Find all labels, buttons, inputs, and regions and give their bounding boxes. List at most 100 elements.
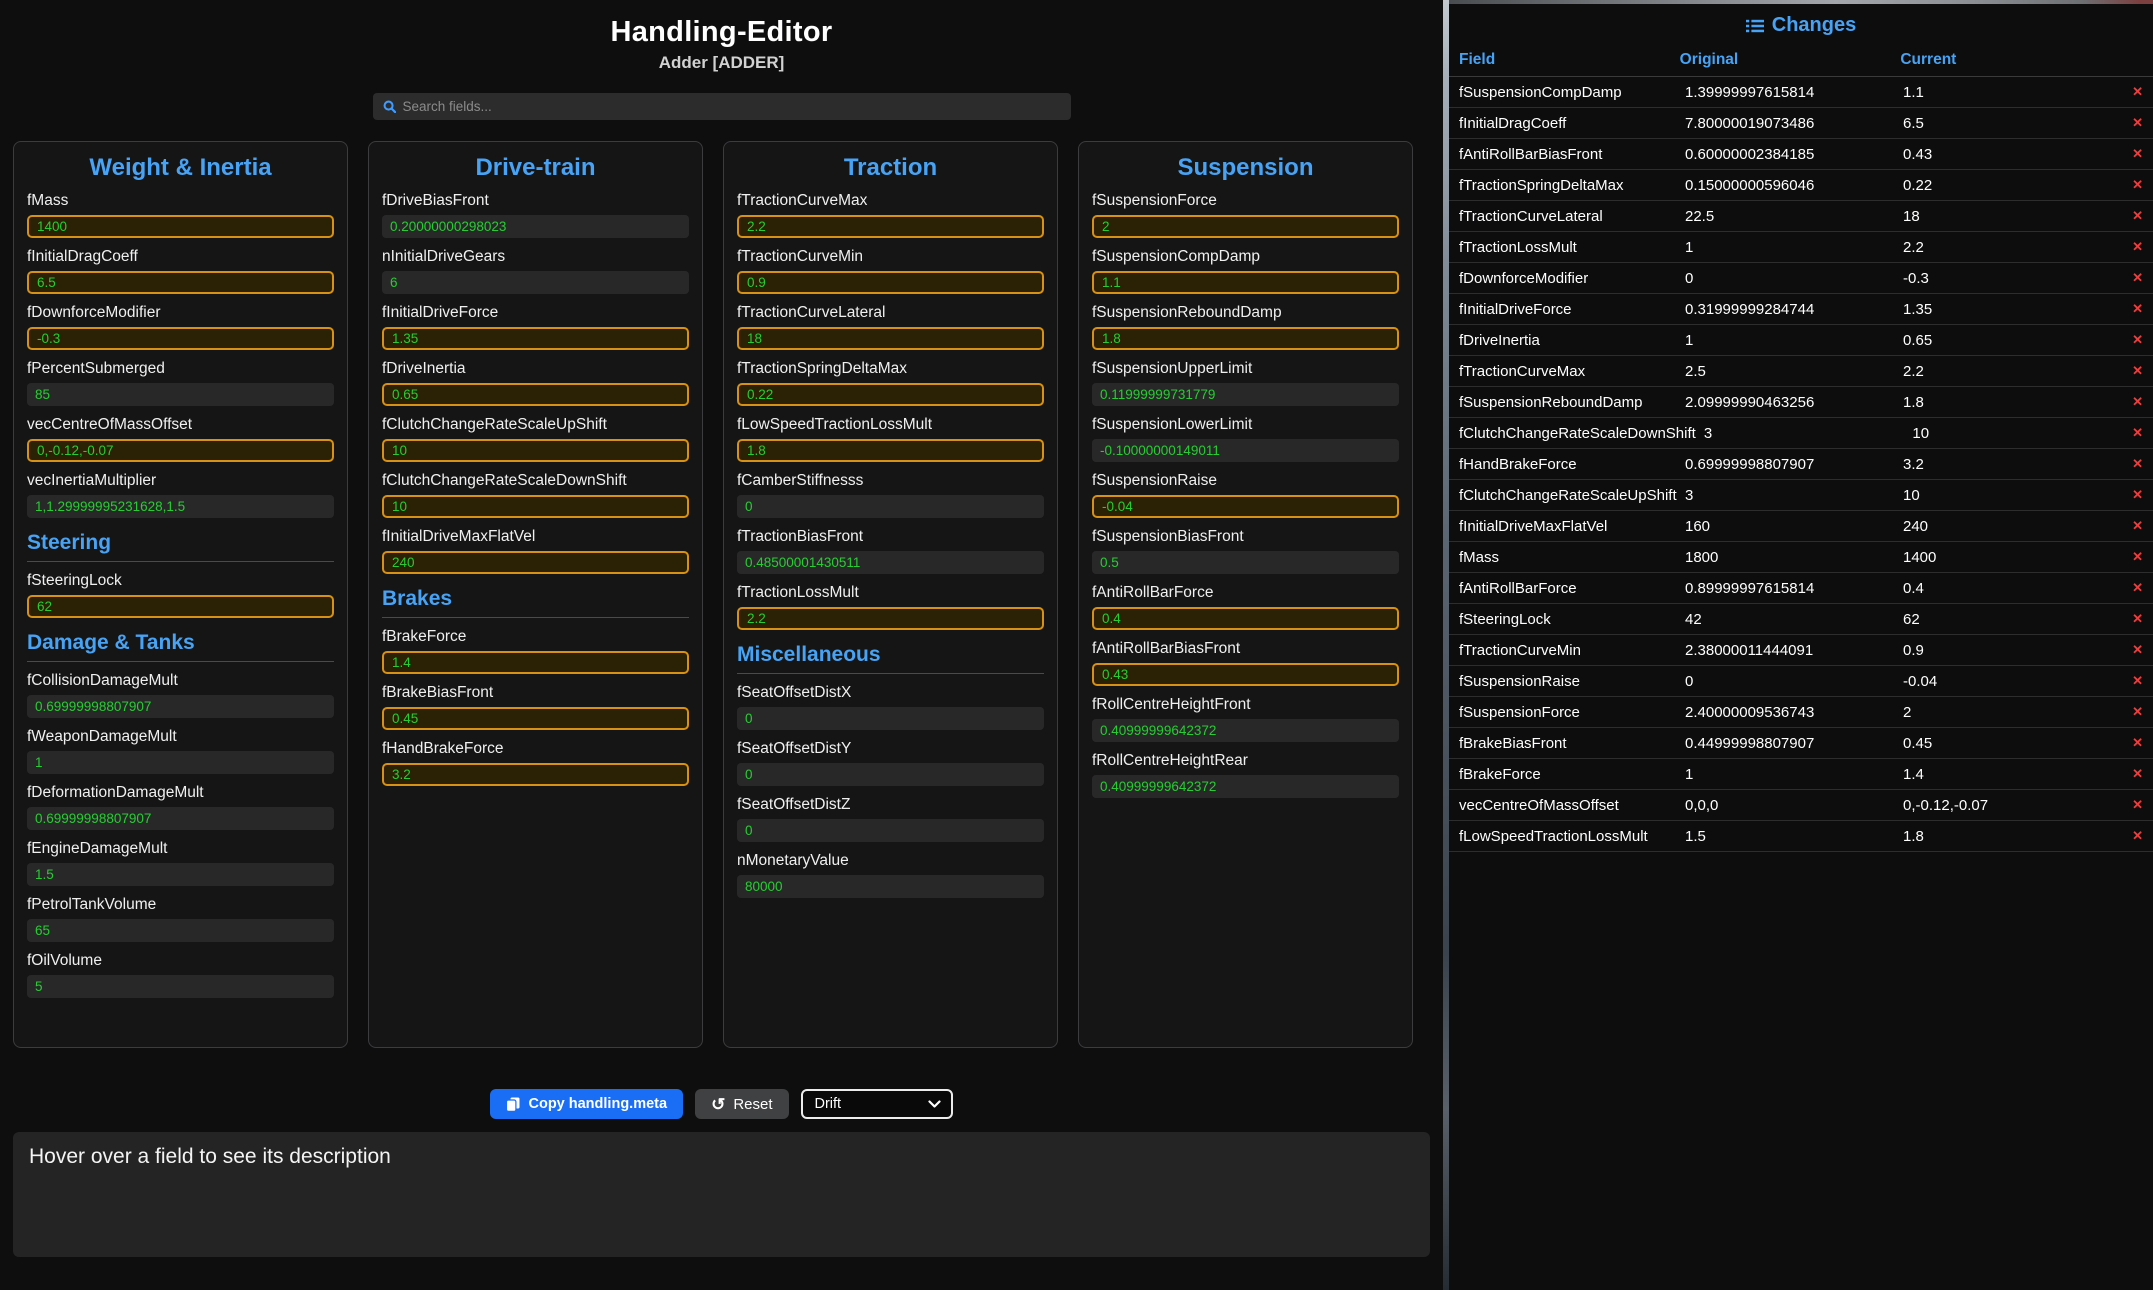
remove-change-button[interactable]: ✕ <box>2121 177 2143 193</box>
remove-change-button[interactable]: ✕ <box>2121 425 2143 441</box>
preset-select[interactable]: Drift <box>801 1089 953 1119</box>
field-input-ftractionspringdeltamax[interactable] <box>737 383 1044 406</box>
field-input-fseatoffsetdistz[interactable] <box>737 819 1044 842</box>
field-input-fclutchchangeratescaledownshift[interactable] <box>382 495 689 518</box>
remove-change-button[interactable]: ✕ <box>2121 766 2143 782</box>
field-input-ftractioncurvemax[interactable] <box>737 215 1044 238</box>
remove-change-button[interactable]: ✕ <box>2121 797 2143 813</box>
remove-change-button[interactable]: ✕ <box>2121 456 2143 472</box>
field-input-finitialdragcoeff[interactable] <box>27 271 334 294</box>
field-input-flowspeedtractionlossmult[interactable] <box>737 439 1044 462</box>
remove-change-button[interactable]: ✕ <box>2121 146 2143 162</box>
field-input-fdownforcemodifier[interactable] <box>27 327 334 350</box>
field-input-fsuspensionbiasfront[interactable] <box>1092 551 1399 574</box>
field-input-fpercentsubmerged[interactable] <box>27 383 334 406</box>
field-input-ftractioncurvelateral[interactable] <box>737 327 1044 350</box>
field-input-fbrakeforce[interactable] <box>382 651 689 674</box>
remove-change-button[interactable]: ✕ <box>2121 301 2143 317</box>
field-label-fmass: fMass <box>27 192 334 210</box>
change-original-value: 1 <box>1685 239 1903 256</box>
change-field-name: fAntiRollBarForce <box>1459 580 1685 597</box>
search-input[interactable] <box>403 99 1061 114</box>
field-input-fpetroltankvolume[interactable] <box>27 919 334 942</box>
field-input-fsuspensionraise[interactable] <box>1092 495 1399 518</box>
field-input-ftractionbiasfront[interactable] <box>737 551 1044 574</box>
remove-change-button[interactable]: ✕ <box>2121 735 2143 751</box>
field-input-finitialdriveforce[interactable] <box>382 327 689 350</box>
field-input-veccentreofmassoffset[interactable] <box>27 439 334 462</box>
field-input-fbrakebiasfront[interactable] <box>382 707 689 730</box>
section-heading-steering: Steering <box>27 531 334 555</box>
field-input-fsuspensionupperlimit[interactable] <box>1092 383 1399 406</box>
change-row: fTractionLossMult12.2✕ <box>1449 232 2153 263</box>
field-input-fsuspensioncompdamp[interactable] <box>1092 271 1399 294</box>
field-input-foilvolume[interactable] <box>27 975 334 998</box>
field-input-frollcentreheightfront[interactable] <box>1092 719 1399 742</box>
card-weight-inertia: Weight & InertiafMassfInitialDragCoefffD… <box>13 141 348 1048</box>
field-input-fdriveinertia[interactable] <box>382 383 689 406</box>
card-title: Weight & Inertia <box>27 154 334 182</box>
field-input-ftractionlossmult[interactable] <box>737 607 1044 630</box>
change-original-value: 22.5 <box>1685 208 1903 225</box>
field-input-fseatoffsetdistx[interactable] <box>737 707 1044 730</box>
change-current-value: 240 <box>1903 518 2121 535</box>
remove-change-button[interactable]: ✕ <box>2121 239 2143 255</box>
field-input-vecinertiamultiplier[interactable] <box>27 495 334 518</box>
remove-change-button[interactable]: ✕ <box>2121 580 2143 596</box>
field-input-fantirollbarforce[interactable] <box>1092 607 1399 630</box>
field-input-fantirollbarbiasfront[interactable] <box>1092 663 1399 686</box>
field-input-fcollisiondamagemult[interactable] <box>27 695 334 718</box>
section-divider <box>27 561 334 562</box>
field-input-fmass[interactable] <box>27 215 334 238</box>
column-header-current: Current <box>1900 51 2121 69</box>
field-input-fweapondamagemult[interactable] <box>27 751 334 774</box>
field-label-fdriveinertia: fDriveInertia <box>382 360 689 378</box>
field-input-finitialdrivemaxflatvel[interactable] <box>382 551 689 574</box>
remove-change-button[interactable]: ✕ <box>2121 332 2143 348</box>
field-input-fcamberstiffnesss[interactable] <box>737 495 1044 518</box>
field-label-fpercentsubmerged: fPercentSubmerged <box>27 360 334 378</box>
field-input-ninitialdrivegears[interactable] <box>382 271 689 294</box>
remove-change-button[interactable]: ✕ <box>2121 115 2143 131</box>
change-current-value: 3.2 <box>1903 456 2121 473</box>
copy-handling-meta-button[interactable]: Copy handling.meta <box>490 1089 683 1119</box>
field-label-ftractioncurvemin: fTractionCurveMin <box>737 248 1044 266</box>
field-input-fsuspensionrebounddamp[interactable] <box>1092 327 1399 350</box>
field-input-fdeformationdamagemult[interactable] <box>27 807 334 830</box>
card-title: Traction <box>737 154 1044 182</box>
field-label-finitialdragcoeff: fInitialDragCoeff <box>27 248 334 266</box>
field-input-fseatoffsetdisty[interactable] <box>737 763 1044 786</box>
search-bar[interactable] <box>373 93 1071 120</box>
changes-title-text: Changes <box>1772 14 1856 37</box>
remove-change-button[interactable]: ✕ <box>2121 673 2143 689</box>
field-input-fenginedamagemult[interactable] <box>27 863 334 886</box>
field-input-nmonetaryvalue[interactable] <box>737 875 1044 898</box>
field-input-ftractioncurvemin[interactable] <box>737 271 1044 294</box>
remove-change-button[interactable]: ✕ <box>2121 363 2143 379</box>
remove-change-button[interactable]: ✕ <box>2121 208 2143 224</box>
field-input-fdrivebiasfront[interactable] <box>382 215 689 238</box>
field-input-fhandbrakeforce[interactable] <box>382 763 689 786</box>
field-input-fsuspensionlowerlimit[interactable] <box>1092 439 1399 462</box>
remove-change-button[interactable]: ✕ <box>2121 394 2143 410</box>
remove-change-button[interactable]: ✕ <box>2121 611 2143 627</box>
remove-change-button[interactable]: ✕ <box>2121 642 2143 658</box>
field-input-fsteeringlock[interactable] <box>27 595 334 618</box>
remove-change-button[interactable]: ✕ <box>2121 549 2143 565</box>
remove-change-button[interactable]: ✕ <box>2121 84 2143 100</box>
change-field-name: fMass <box>1459 549 1685 566</box>
change-original-value: 1.39999997615814 <box>1685 84 1903 101</box>
change-field-name: fTractionSpringDeltaMax <box>1459 177 1685 194</box>
remove-change-button[interactable]: ✕ <box>2121 270 2143 286</box>
change-original-value: 0.89999997615814 <box>1685 580 1903 597</box>
field-input-fsuspensionforce[interactable] <box>1092 215 1399 238</box>
field-input-fclutchchangeratescaleupshift[interactable] <box>382 439 689 462</box>
remove-change-button[interactable]: ✕ <box>2121 704 2143 720</box>
remove-change-button[interactable]: ✕ <box>2121 518 2143 534</box>
reset-button[interactable]: ↺ Reset <box>695 1089 788 1119</box>
field-input-frollcentreheightrear[interactable] <box>1092 775 1399 798</box>
remove-change-button[interactable]: ✕ <box>2121 828 2143 844</box>
field-label-fclutchchangeratescaleupshift: fClutchChangeRateScaleUpShift <box>382 416 689 434</box>
change-original-value: 2.5 <box>1685 363 1903 380</box>
remove-change-button[interactable]: ✕ <box>2121 487 2143 503</box>
